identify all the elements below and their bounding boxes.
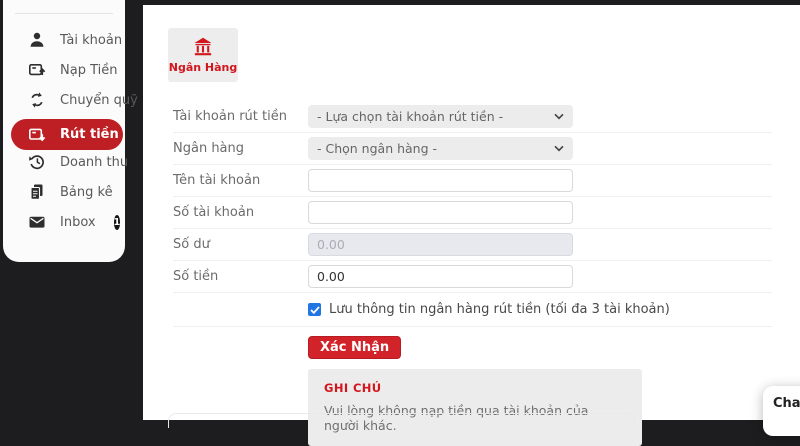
- sidebar-item-label: Rút tiền: [60, 127, 119, 142]
- withdraw-form: Tài khoản rút tiền - Lựa chọn tài khoản …: [173, 101, 772, 446]
- amount-input[interactable]: [308, 265, 573, 288]
- statement-icon: [27, 182, 47, 202]
- sidebar-item-label: Bảng kê: [60, 185, 113, 200]
- save-bank-info-checkbox[interactable]: [308, 303, 321, 316]
- bank-icon: [192, 36, 214, 58]
- save-bank-info-row: Lưu thông tin ngân hàng rút tiền (tối đa…: [173, 293, 772, 327]
- inbox-unread-badge: 1: [114, 215, 121, 230]
- sidebar-item-rut-tien[interactable]: Rút tiền: [11, 119, 123, 150]
- select-value: - Lựa chọn tài khoản rút tiền -: [317, 109, 503, 124]
- field-label: Tên tài khoản: [173, 173, 308, 188]
- sidebar-divider: [15, 13, 113, 14]
- sidebar-item-label: Chuyển quỹ: [60, 93, 138, 108]
- note-box: GHI CHÚ Vui lòng không nạp tiền qua tài …: [308, 369, 642, 446]
- form-row: Tài khoản rút tiền - Lựa chọn tài khoản …: [173, 101, 772, 133]
- form-row: Ngân hàng - Chọn ngân hàng -: [173, 133, 772, 165]
- next-section-edge: [168, 413, 635, 428]
- note-title: GHI CHÚ: [324, 381, 626, 395]
- sidebar: Tài khoản Nạp Tiền Chuyển quỹ Rút tiền D…: [3, 0, 125, 262]
- field-label: Tài khoản rút tiền: [173, 109, 308, 124]
- sidebar-item-nap-tien[interactable]: Nạp Tiền: [11, 55, 117, 85]
- sidebar-item-label: Tài khoản: [60, 33, 122, 48]
- account-number-input[interactable]: [308, 201, 573, 224]
- form-row: Tên tài khoản: [173, 165, 772, 197]
- main-panel: Ngân Hàng Tài khoản rút tiền - Lựa chọn …: [143, 5, 800, 420]
- confirm-button[interactable]: Xác Nhận: [308, 336, 401, 359]
- sidebar-item-chuyen-quy[interactable]: Chuyển quỹ: [11, 85, 117, 115]
- save-bank-info-label: Lưu thông tin ngân hàng rút tiền (tối đa…: [329, 302, 670, 317]
- chevron-down-icon: [554, 113, 564, 120]
- sidebar-item-inbox[interactable]: Inbox 1: [11, 207, 117, 237]
- withdraw-account-select[interactable]: - Lựa chọn tài khoản rút tiền -: [308, 105, 573, 128]
- revenue-history-icon: [27, 152, 47, 172]
- sidebar-item-label: Inbox: [60, 215, 96, 230]
- chevron-down-icon: [554, 145, 564, 152]
- sidebar-item-doanh-thu[interactable]: Doanh thu: [11, 147, 117, 177]
- balance-input: [308, 233, 573, 256]
- field-label: Số tài khoản: [173, 205, 308, 220]
- deposit-icon: [27, 60, 47, 80]
- sidebar-item-label: Nạp Tiền: [60, 63, 117, 78]
- submit-row: Xác Nhận: [173, 336, 772, 359]
- tab-ngan-hang[interactable]: Ngân Hàng: [168, 28, 238, 82]
- chat-label: Chat: [773, 396, 800, 411]
- bank-select[interactable]: - Chọn ngân hàng -: [308, 137, 573, 160]
- user-icon: [27, 30, 47, 50]
- select-value: - Chọn ngân hàng -: [317, 141, 437, 156]
- form-row: Số tiền: [173, 261, 772, 293]
- withdraw-icon: [27, 125, 47, 145]
- transfer-icon: [27, 90, 47, 110]
- account-name-input[interactable]: [308, 169, 573, 192]
- field-label: Số tiền: [173, 269, 308, 284]
- form-row: Số tài khoản: [173, 197, 772, 229]
- field-label: Số dư: [173, 237, 308, 252]
- form-row: Số dư: [173, 229, 772, 261]
- sidebar-item-label: Doanh thu: [60, 155, 128, 170]
- sidebar-item-tai-khoan[interactable]: Tài khoản: [11, 25, 117, 55]
- sidebar-item-bang-ke[interactable]: Bảng kê: [11, 177, 117, 207]
- field-label: Ngân hàng: [173, 141, 308, 156]
- inbox-icon: [27, 212, 47, 232]
- bank-tab-label: Ngân Hàng: [169, 61, 238, 74]
- chat-button[interactable]: Chat: [763, 386, 800, 436]
